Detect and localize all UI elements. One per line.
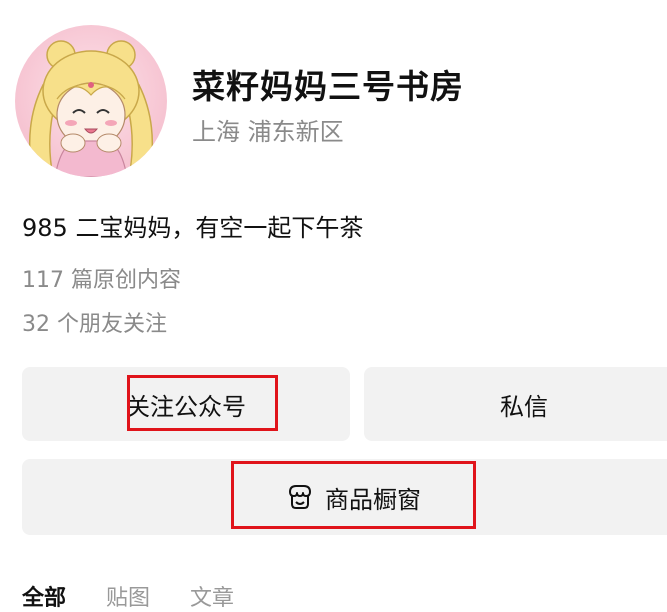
original-content-count[interactable]: 117 篇原创内容: [22, 262, 181, 294]
tab-all[interactable]: 全部: [22, 580, 66, 612]
profile-location: 上海 浦东新区: [192, 118, 344, 146]
tab-images[interactable]: 贴图: [106, 580, 150, 612]
storefront-icon: [289, 485, 311, 509]
avatar[interactable]: [15, 25, 167, 177]
shop-window-button[interactable]: 商品橱窗: [22, 459, 667, 535]
tab-articles[interactable]: 文章: [190, 580, 234, 612]
shop-window-label: 商品橱窗: [325, 485, 421, 514]
follow-account-button[interactable]: 关注公众号: [22, 367, 350, 441]
profile-bio: 985 二宝妈妈，有空一起下午茶: [22, 214, 364, 242]
follow-account-label: 关注公众号: [126, 392, 246, 421]
content-tabs: 全部 贴图 文章: [22, 580, 234, 612]
message-label: 私信: [500, 392, 548, 421]
profile-name: 菜籽妈妈三号书房: [192, 67, 464, 106]
avatar-illustration: [28, 40, 154, 177]
friends-following-count[interactable]: 32 个朋友关注: [22, 306, 167, 338]
message-button[interactable]: 私信: [364, 367, 667, 441]
